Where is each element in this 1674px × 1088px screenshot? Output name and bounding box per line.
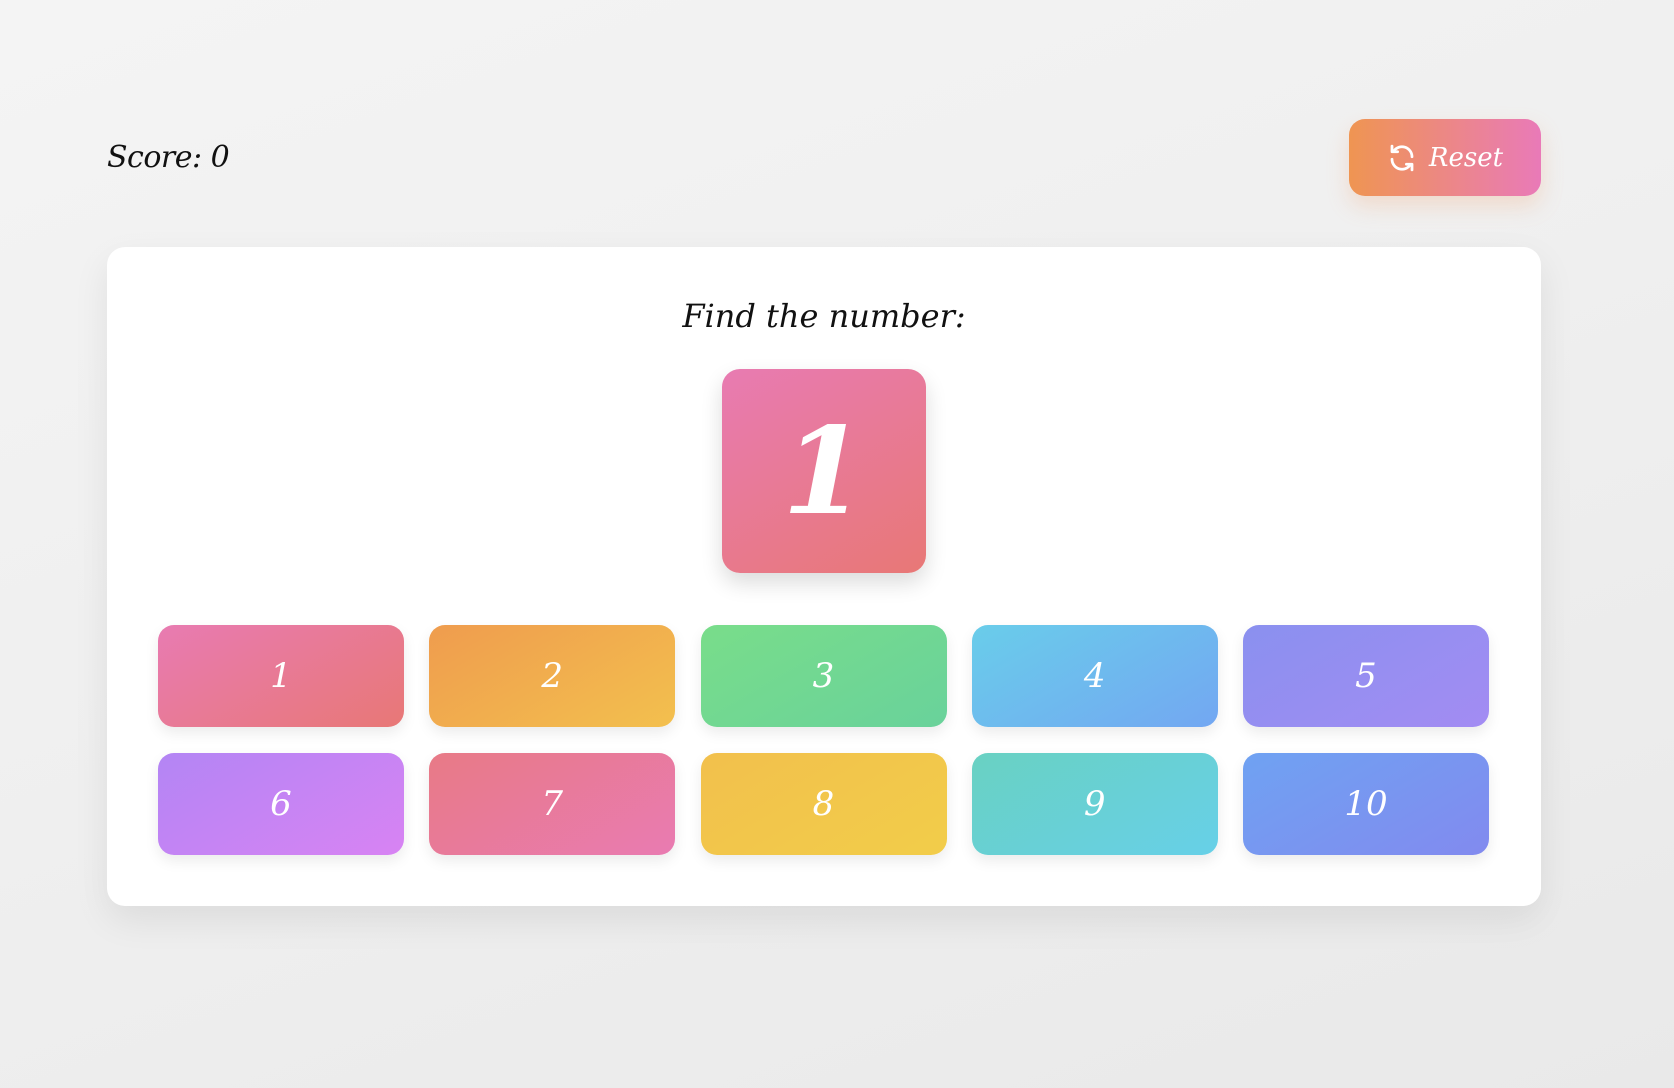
number-choices-grid: 1 2 3 4 5 6 7 8 9 10: [158, 625, 1489, 855]
refresh-icon: [1387, 143, 1417, 173]
number-button-8[interactable]: 8: [700, 753, 947, 855]
number-button-2[interactable]: 2: [429, 625, 676, 727]
number-button-7[interactable]: 7: [429, 753, 676, 855]
number-button-10[interactable]: 10: [1243, 753, 1489, 855]
number-button-9[interactable]: 9: [971, 753, 1218, 855]
reset-button[interactable]: Reset: [1349, 119, 1541, 196]
game-card: Find the number: 1 1 2 3 4 5 6 7 8 9 10: [107, 247, 1541, 906]
reset-button-label: Reset: [1428, 142, 1504, 173]
prompt-text: Find the number:: [682, 297, 966, 335]
number-button-5[interactable]: 5: [1243, 625, 1489, 727]
number-button-4[interactable]: 4: [971, 625, 1218, 727]
number-button-1[interactable]: 1: [158, 625, 404, 727]
number-button-6[interactable]: 6: [158, 753, 404, 855]
top-bar: Score: 0 Reset: [107, 119, 1541, 196]
target-number-tile: 1: [722, 369, 926, 573]
number-button-3[interactable]: 3: [700, 625, 947, 727]
score-display: Score: 0: [107, 140, 230, 175]
